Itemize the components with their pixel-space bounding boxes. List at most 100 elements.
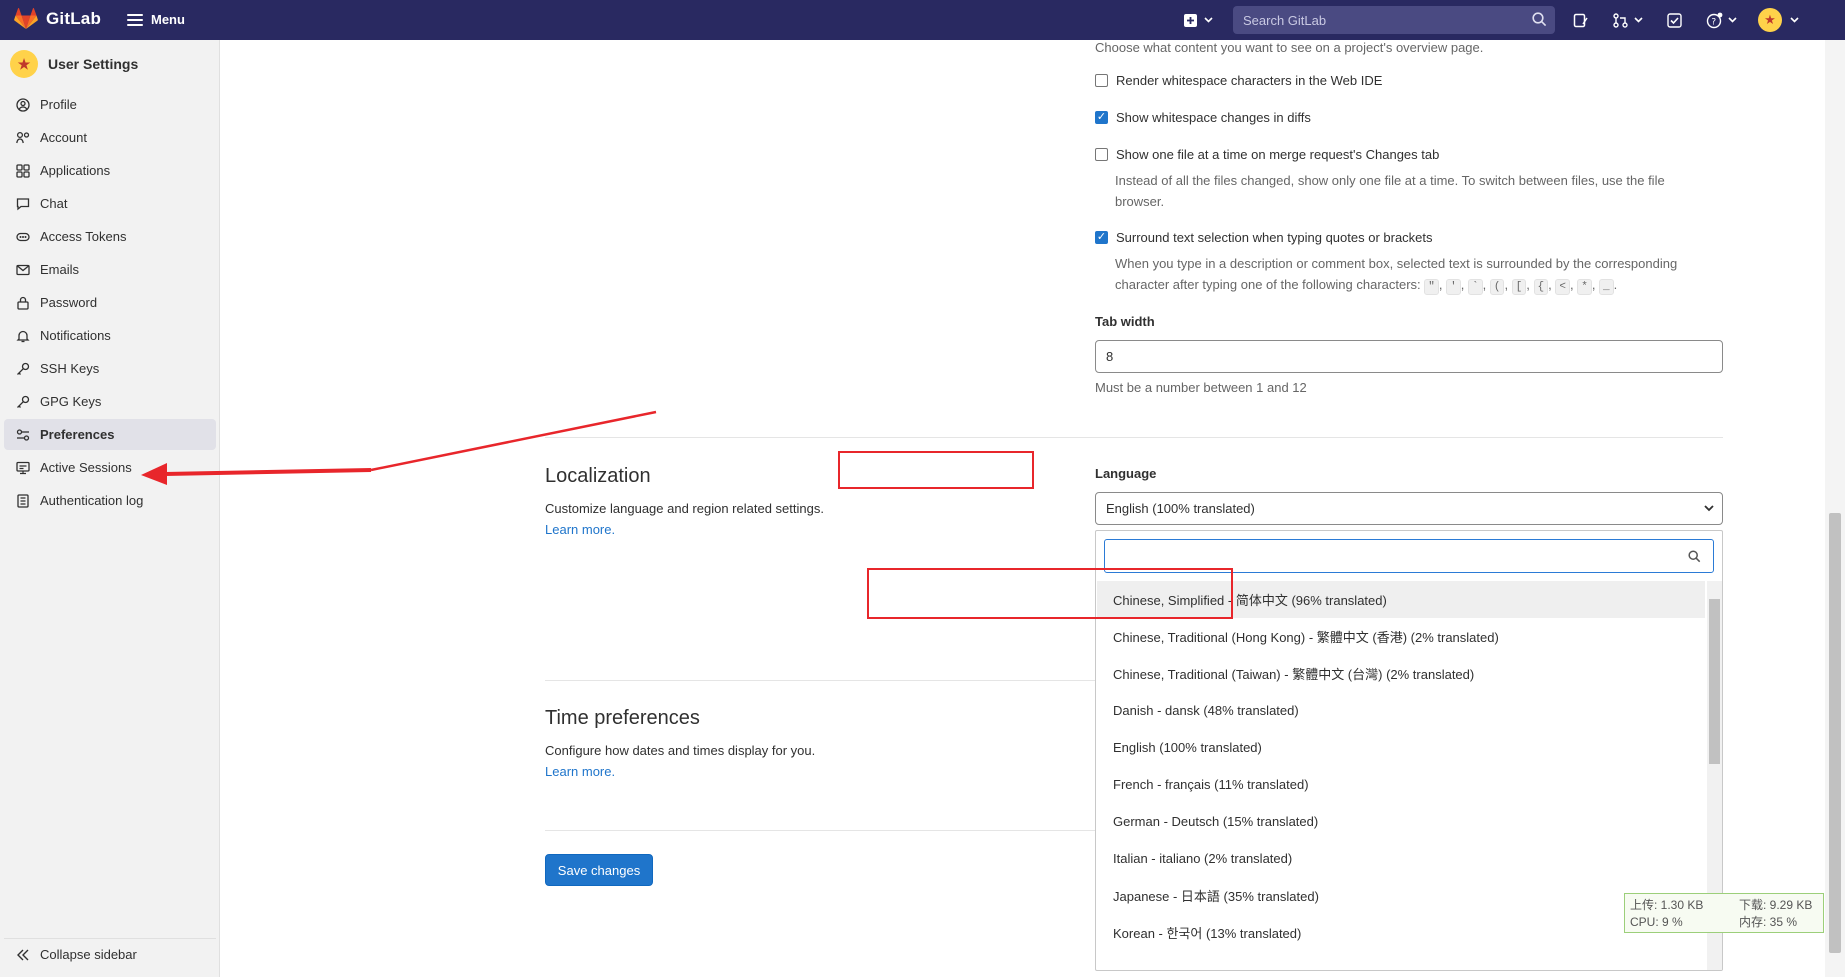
account-icon — [16, 131, 30, 143]
help-line: When you type in a description or commen… — [1115, 256, 1678, 271]
one-file-label: Show one file at a time on merge request… — [1116, 147, 1440, 162]
user-settings-sidebar: ★ User Settings Profile Account Applicat… — [0, 40, 220, 977]
language-option[interactable]: Japanese - 日本語 (35% translated) — [1097, 877, 1705, 914]
netmon-memory: 内存: 35 % — [1739, 915, 1798, 929]
chat-icon — [16, 197, 30, 210]
surround-checkbox-row[interactable]: ✓ Surround text selection when typing qu… — [1095, 230, 1433, 245]
todos-button[interactable] — [1664, 10, 1684, 30]
char-code: { — [1533, 279, 1549, 295]
whitespace-diffs-checkbox-row[interactable]: ✓ Show whitespace changes in diffs — [1095, 110, 1311, 125]
sidebar-item-label: Preferences — [40, 427, 115, 442]
one-file-checkbox[interactable] — [1095, 148, 1108, 161]
one-file-checkbox-row[interactable]: Show one file at a time on merge request… — [1095, 147, 1439, 162]
localization-learn-more-link[interactable]: Learn more. — [545, 519, 615, 540]
sidebar-item-label: Emails — [40, 262, 80, 277]
sidebar-item-profile[interactable]: Profile — [4, 89, 216, 120]
avatar: ★ — [10, 50, 38, 78]
netmon-cpu: CPU: 9 % — [1630, 915, 1683, 929]
search-input[interactable]: Search GitLab — [1233, 6, 1555, 34]
gitlab-logo-icon — [14, 8, 38, 29]
char-code: [ — [1511, 279, 1527, 295]
monitor-icon — [16, 461, 30, 474]
language-option[interactable]: French - français (11% translated) — [1097, 766, 1705, 803]
hamburger-icon — [127, 13, 143, 26]
language-label: Language — [1095, 466, 1157, 481]
collapse-sidebar-button[interactable]: Collapse sidebar — [4, 938, 216, 970]
section-divider — [545, 680, 1095, 681]
sidebar-item-label: Password — [40, 295, 98, 310]
sidebar-item-label: SSH Keys — [40, 361, 100, 376]
language-option[interactable]: English (100% translated) — [1097, 729, 1705, 766]
bell-icon — [16, 330, 30, 342]
new-item-dropdown[interactable] — [1180, 10, 1200, 30]
tab-width-help: Must be a number between 1 and 12 — [1095, 380, 1307, 395]
chevron-down-icon — [1198, 10, 1218, 30]
tab-width-input[interactable]: 8 — [1095, 340, 1723, 373]
menu-label: Menu — [151, 12, 185, 27]
section-divider — [545, 437, 1723, 438]
user-avatar-button[interactable]: ★ — [1758, 8, 1782, 32]
dropdown-scrollbar-thumb[interactable] — [1709, 599, 1720, 764]
help-button[interactable]: ? — [1704, 10, 1724, 30]
help-prefix: character after typing one of the follow… — [1115, 277, 1421, 292]
main-content: Choose what content you want to see on a… — [141, 40, 1825, 977]
page-scrollbar[interactable] — [1825, 40, 1845, 977]
save-changes-button[interactable]: Save changes — [545, 854, 653, 886]
email-icon — [16, 264, 30, 275]
sidebar-item-applications[interactable]: Applications — [4, 155, 216, 186]
sidebar-item-account[interactable]: Account — [4, 122, 216, 153]
sidebar-item-chat[interactable]: Chat — [4, 188, 216, 219]
sidebar-item-notifications[interactable]: Notifications — [4, 320, 216, 351]
annotation-arrow-icon — [141, 410, 657, 485]
language-select[interactable]: English (100% translated) — [1095, 492, 1723, 525]
whitespace-ide-checkbox-row[interactable]: Render whitespace characters in the Web … — [1095, 73, 1382, 88]
sidebar-item-label: Notifications — [40, 328, 111, 343]
time-preferences-description: Configure how dates and times display fo… — [545, 743, 816, 758]
sidebar-item-label: Chat — [40, 196, 68, 211]
language-option[interactable]: German - Deutsch (15% translated) — [1097, 803, 1705, 840]
sidebar-item-label: GPG Keys — [40, 394, 102, 409]
language-option[interactable]: Korean - 한국어 (13% translated) — [1097, 914, 1705, 951]
double-chevron-left-icon — [17, 949, 29, 960]
sidebar-item-emails[interactable]: Emails — [4, 254, 216, 285]
annotation-box-chinese-simplified — [867, 568, 1233, 619]
sidebar-item-label: Account — [40, 130, 87, 145]
whitespace-diffs-checkbox[interactable]: ✓ — [1095, 111, 1108, 124]
time-preferences-learn-more-link[interactable]: Learn more. — [545, 761, 615, 782]
help-icon: ? — [1706, 12, 1722, 28]
char-code: ( — [1489, 279, 1505, 295]
issues-icon — [1573, 13, 1588, 27]
page-scrollbar-thumb[interactable] — [1829, 513, 1841, 953]
menu-button[interactable]: Menu — [127, 12, 185, 27]
merge-requests-button[interactable] — [1610, 10, 1630, 30]
language-option[interactable]: Chinese, Traditional (Taiwan) - 繁體中文 (台灣… — [1097, 655, 1705, 692]
language-option[interactable]: Danish - dansk (48% translated) — [1097, 692, 1705, 729]
applications-icon — [16, 163, 30, 178]
netmon-download: 下载: 9.29 KB — [1739, 898, 1813, 912]
chevron-down-icon — [1784, 10, 1804, 30]
annotation-box-language — [838, 451, 1034, 489]
whitespace-diffs-label: Show whitespace changes in diffs — [1116, 110, 1311, 125]
help-line: Instead of all the files changed, show o… — [1115, 173, 1665, 188]
top-navbar: GitLab Menu Search GitLab ? ★ — [0, 0, 1845, 40]
sidebar-item-label: Profile — [40, 97, 77, 112]
sidebar-item-access-tokens[interactable]: Access Tokens — [4, 221, 216, 252]
surround-help: When you type in a description or commen… — [1115, 253, 1735, 295]
svg-text:?: ? — [1711, 17, 1716, 27]
sidebar-item-password[interactable]: Password — [4, 287, 216, 318]
chevron-down-icon — [1704, 505, 1714, 512]
avatar-star-icon: ★ — [1764, 12, 1776, 27]
one-file-help: Instead of all the files changed, show o… — [1115, 170, 1735, 212]
preferences-icon — [16, 428, 30, 441]
char-code: ` — [1467, 279, 1483, 295]
language-option[interactable]: Italian - italiano (2% translated) — [1097, 840, 1705, 877]
gitlab-logo-link[interactable]: GitLab — [14, 8, 101, 30]
surround-checkbox[interactable]: ✓ — [1095, 231, 1108, 244]
time-preferences-title: Time preferences — [545, 707, 700, 729]
issues-button[interactable] — [1570, 10, 1590, 30]
whitespace-ide-checkbox[interactable] — [1095, 74, 1108, 87]
language-option[interactable]: Chinese, Traditional (Hong Kong) - 繁體中文 … — [1097, 618, 1705, 655]
sidebar-item-label: Access Tokens — [40, 229, 127, 244]
sidebar-header[interactable]: ★ User Settings — [10, 50, 138, 78]
sidebar-item-label: Applications — [40, 163, 111, 178]
